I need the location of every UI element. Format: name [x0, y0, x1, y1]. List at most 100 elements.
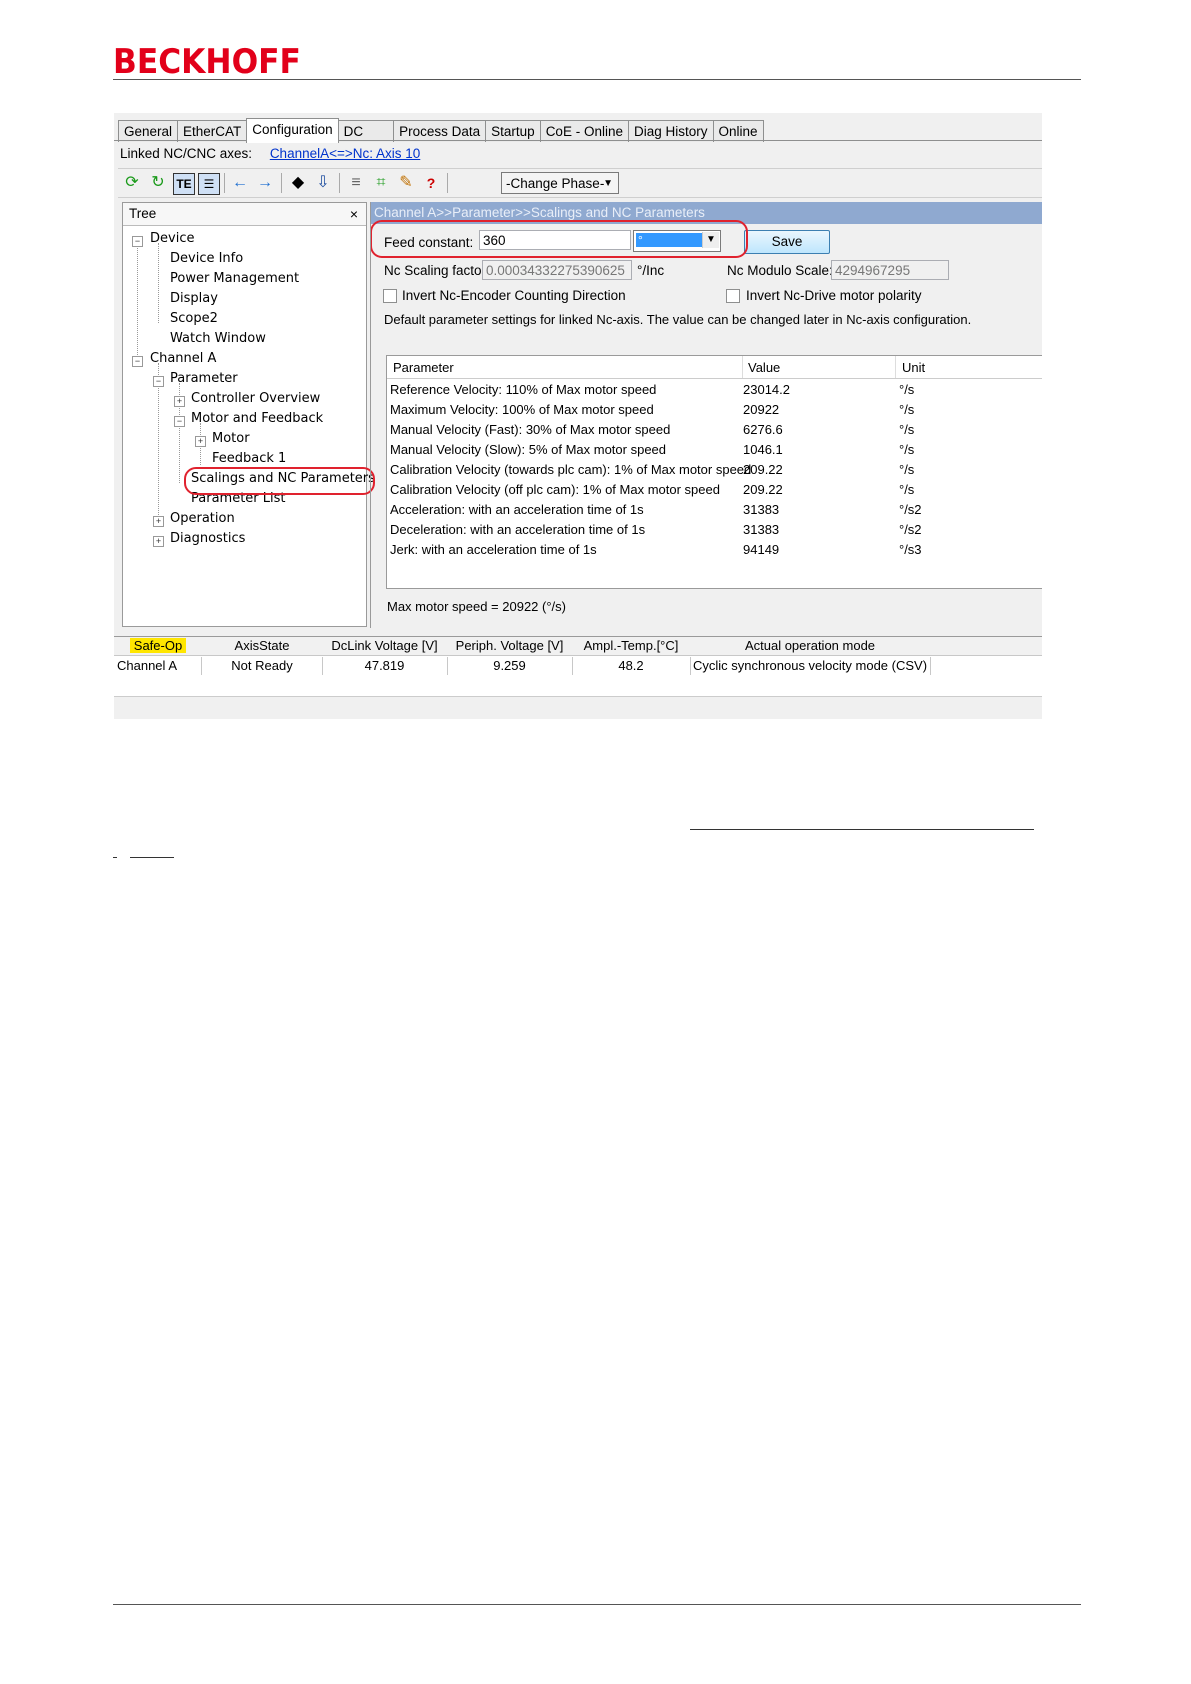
tree-node-operation[interactable]: Operation: [170, 511, 235, 526]
tree-node-controller-overview[interactable]: Controller Overview: [191, 391, 320, 406]
link-underline: [130, 857, 174, 858]
expand-icon[interactable]: +: [153, 516, 164, 527]
tab-dc[interactable]: DC: [337, 120, 395, 142]
status-value-opmode: Cyclic synchronous velocity mode (CSV): [690, 657, 931, 675]
tools-icon[interactable]: ✎: [396, 173, 416, 193]
message-icon[interactable]: ◆: [288, 173, 308, 193]
collapse-icon[interactable]: −: [132, 356, 143, 367]
tree-node-diagnostics[interactable]: Diagnostics: [170, 531, 245, 546]
table-row[interactable]: Calibration Velocity (towards plc cam): …: [387, 460, 1042, 480]
list-icon[interactable]: ≡: [346, 173, 366, 193]
value-cell: 31383: [743, 502, 780, 517]
change-phase-select[interactable]: -Change Phase- ▼: [501, 172, 619, 194]
tab-bar: General EtherCAT Configuration DC Proces…: [118, 118, 764, 143]
tree-node-display[interactable]: Display: [170, 291, 218, 306]
help-icon[interactable]: ?: [421, 173, 441, 193]
invert-drive-label: Invert Nc-Drive motor polarity: [746, 288, 922, 303]
tree-node-motor-and-feedback[interactable]: Motor and Feedback: [191, 411, 323, 426]
table-header: Parameter Value Unit: [387, 356, 1042, 379]
invert-encoder-checkbox[interactable]: [383, 289, 397, 303]
param-cell: Jerk: with an acceleration time of 1s: [390, 542, 597, 557]
linked-axes-label: Linked NC/CNC axes:: [120, 146, 253, 161]
nc-modulo-label: Nc Modulo Scale:: [727, 263, 833, 278]
value-cell: 6276.6: [743, 422, 783, 437]
toolbar-separator: [281, 173, 282, 193]
linked-axes-row: Linked NC/CNC axes: ChannelA<=>Nc: Axis …: [120, 146, 420, 161]
collapse-icon[interactable]: −: [153, 376, 164, 387]
table-row[interactable]: Calibration Velocity (off plc cam): 1% o…: [387, 480, 1042, 500]
unit-cell: °/s2: [899, 502, 922, 517]
table-row[interactable]: Deceleration: with an acceleration time …: [387, 520, 1042, 540]
status-value-channel: Channel A: [114, 657, 202, 675]
unit-cell: °/s: [899, 382, 915, 397]
tree-node-scope2[interactable]: Scope2: [170, 311, 218, 326]
status-col-empty: [930, 637, 1042, 656]
beckhoff-logo: BECKHOFF: [113, 42, 301, 82]
invert-drive-checkbox[interactable]: [726, 289, 740, 303]
tree-node-channel-a[interactable]: Channel A: [150, 351, 216, 366]
toolbar-separator: [339, 173, 340, 193]
collapse-icon[interactable]: −: [174, 416, 185, 427]
status-col-safeop: Safe-Op: [114, 637, 203, 656]
tab-general[interactable]: General: [118, 120, 179, 142]
tree-node-device-info[interactable]: Device Info: [170, 251, 243, 266]
status-badge: Safe-Op: [129, 638, 187, 653]
nc-scaling-unit: °/Inc: [637, 263, 665, 278]
nc-scaling-field: 0.00034332275390625: [482, 260, 632, 280]
linked-axis-link[interactable]: ChannelA<=>Nc: Axis 10: [270, 146, 420, 161]
save-button[interactable]: Save: [744, 230, 830, 254]
tree-view-icon[interactable]: TE: [173, 173, 195, 195]
expand-icon[interactable]: +: [174, 396, 185, 407]
tree-node-device[interactable]: Device: [150, 231, 194, 246]
tab-ethercat[interactable]: EtherCAT: [177, 120, 248, 142]
tree-node-power-management[interactable]: Power Management: [170, 271, 299, 286]
status-value-axisstate: Not Ready: [202, 657, 323, 675]
collapse-icon[interactable]: −: [132, 236, 143, 247]
status-grid: Safe-Op AxisState DcLink Voltage [V] Per…: [114, 636, 1042, 697]
param-cell: Deceleration: with an acceleration time …: [390, 522, 646, 537]
list-view-icon[interactable]: ☰: [198, 173, 220, 195]
expand-icon[interactable]: +: [153, 536, 164, 547]
table-row[interactable]: Reference Velocity: 110% of Max motor sp…: [387, 380, 1042, 400]
tab-online[interactable]: Online: [712, 120, 764, 142]
back-arrow-icon[interactable]: ←: [230, 173, 250, 193]
tab-configuration[interactable]: Configuration: [246, 118, 339, 143]
change-phase-label: -Change Phase-: [506, 176, 605, 191]
table-row[interactable]: Jerk: with an acceleration time of 1s 941…: [387, 540, 1042, 560]
status-value-periph: 9.259: [447, 657, 573, 675]
tab-coe-online[interactable]: CoE - Online: [539, 120, 629, 142]
param-cell: Reference Velocity: 110% of Max motor sp…: [390, 382, 657, 397]
refresh-icon[interactable]: ↻: [148, 173, 168, 193]
param-cell: Manual Velocity (Slow): 5% of Max motor …: [390, 442, 667, 457]
invert-encoder-label: Invert Nc-Encoder Counting Direction: [402, 288, 626, 303]
table-row[interactable]: Maximum Velocity: 100% of Max motor spee…: [387, 400, 1042, 420]
forward-arrow-icon[interactable]: →: [255, 173, 275, 193]
tree-connector: [158, 243, 159, 323]
tree-node-watch-window[interactable]: Watch Window: [170, 331, 266, 346]
tab-diag-history[interactable]: Diag History: [627, 120, 714, 142]
column-parameter: Parameter: [393, 360, 454, 375]
max-motor-speed-note: Max motor speed = 20922 (°/s): [387, 599, 566, 614]
tab-process-data[interactable]: Process Data: [393, 120, 487, 142]
tree-node-motor[interactable]: Motor: [212, 431, 250, 446]
toolbar-separator: [224, 173, 225, 193]
close-icon[interactable]: ×: [350, 203, 358, 225]
expand-icon[interactable]: +: [195, 436, 206, 447]
status-value-temp: 48.2: [572, 657, 691, 675]
tree-node-feedback-1[interactable]: Feedback 1: [212, 451, 286, 466]
tree-node-parameter[interactable]: Parameter: [170, 371, 238, 386]
link-underline: [690, 829, 1034, 830]
scan-icon[interactable]: ⌗: [371, 173, 391, 193]
toolbar: ⟳ ↻ TE ☰ ← → ◆ ⇩ ≡ ⌗ ✎ ? -Change Phase- …: [118, 168, 1042, 198]
unit-cell: °/s: [899, 482, 915, 497]
status-col-periph: Periph. Voltage [V]: [447, 637, 573, 656]
reload-icon[interactable]: ⟳: [122, 173, 142, 193]
download-icon[interactable]: ⇩: [313, 173, 333, 193]
value-cell: 1046.1: [743, 442, 783, 457]
table-row[interactable]: Acceleration: with an acceleration time …: [387, 500, 1042, 520]
unit-cell: °/s: [899, 402, 915, 417]
table-row[interactable]: Manual Velocity (Slow): 5% of Max motor …: [387, 440, 1042, 460]
table-row[interactable]: Manual Velocity (Fast): 30% of Max motor…: [387, 420, 1042, 440]
tab-startup[interactable]: Startup: [485, 120, 541, 142]
value-cell: 20922: [743, 402, 780, 417]
